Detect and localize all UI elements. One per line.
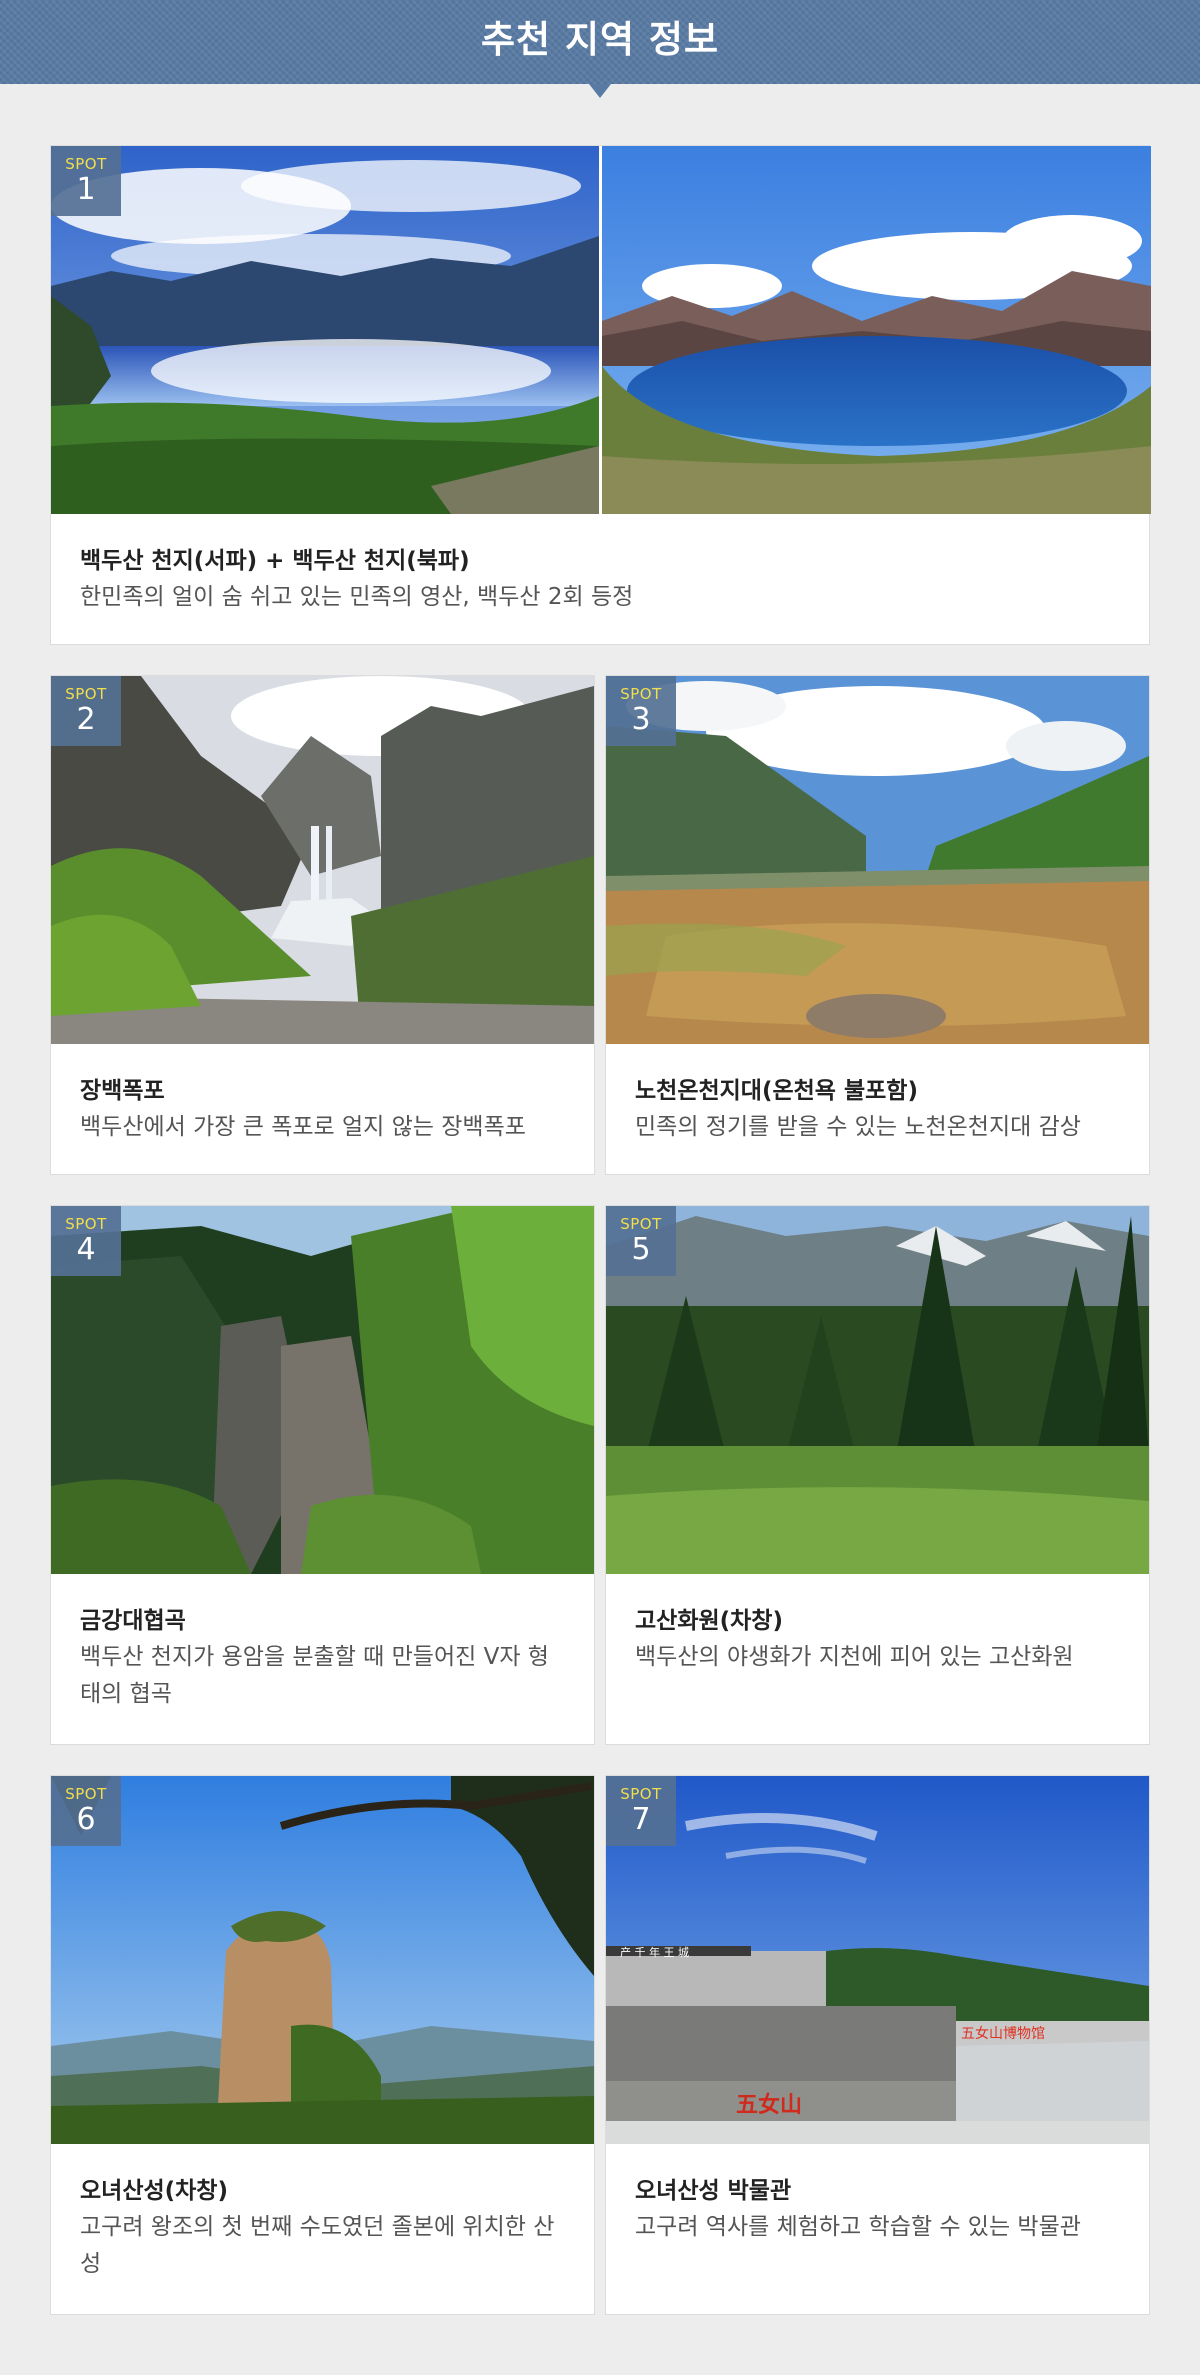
- spot-card-4[interactable]: SPOT 4 금강대협곡 백두산 천지가 용암을 분출할 때 만들어진 V자 형…: [50, 1205, 595, 1745]
- spot-3-badge: SPOT 3: [606, 676, 676, 746]
- spot-card-6[interactable]: SPOT 6 오녀산성(차창) 고구려 왕조의 첫 번째 수도였던 졸본에 위치…: [50, 1775, 595, 2315]
- spot-3-title: 노천온천지대(온천욕 불포함): [635, 1078, 918, 1104]
- spot-card-2[interactable]: SPOT 2 장백폭포 백두산에서 가장 큰 폭포로 얼지 않는 장백폭포: [50, 675, 595, 1175]
- spot-7-badge: SPOT 7: [606, 1776, 676, 1846]
- spot-1-photo-north: [602, 146, 1151, 514]
- spot-2-photo: [51, 676, 594, 1044]
- spot-7-photo: 产 千 年 王 城 五女山博物馆 五女山: [606, 1776, 1149, 2144]
- spot-card-5[interactable]: SPOT 5 고산화원(차창) 백두산의 야생화가 지천에 피어 있는 고산화원: [605, 1205, 1150, 1745]
- museum-banner-sign: 五女山博物馆: [961, 2025, 1045, 2042]
- spot-card-1[interactable]: SPOT 1 백두산 천지(서파) + 백두산 천지(북파) 한민족의 얼이 숨…: [50, 145, 1151, 645]
- spot-number: 5: [631, 1232, 651, 1267]
- spot-1-badge: SPOT 1: [51, 146, 121, 216]
- spot-6-description: 고구려 왕조의 첫 번째 수도였던 졸본에 위치한 산성: [80, 2214, 555, 2277]
- spot-number: 4: [76, 1232, 96, 1267]
- spot-2-description: 백두산에서 가장 큰 폭포로 얼지 않는 장백폭포: [80, 1114, 526, 1140]
- spot-number: 6: [76, 1802, 96, 1837]
- page-header: 추천 지역 정보: [0, 0, 1200, 84]
- spot-7-title: 오녀산성 박물관: [635, 2178, 792, 2204]
- spot-1-title: 백두산 천지(서파) + 백두산 천지(북파): [80, 548, 470, 574]
- spot-label: SPOT: [65, 685, 107, 703]
- spot-2-title: 장백폭포: [80, 1078, 165, 1104]
- museum-roof-sign: 产 千 年 王 城: [620, 1945, 689, 1959]
- spot-2-badge: SPOT 2: [51, 676, 121, 746]
- spot-number: 2: [76, 702, 96, 737]
- spot-3-description: 민족의 정기를 받을 수 있는 노천온천지대 감상: [635, 1114, 1081, 1140]
- spot-number: 1: [76, 172, 96, 207]
- spot-label: SPOT: [620, 685, 662, 703]
- header-pointer-arrow: [589, 84, 611, 98]
- spot-5-title: 고산화원(차창): [635, 1608, 783, 1634]
- spot-number: 7: [631, 1802, 651, 1837]
- museum-stone-sign: 五女山: [736, 2092, 802, 2118]
- spot-label: SPOT: [620, 1215, 662, 1233]
- page-title: 추천 지역 정보: [480, 18, 719, 61]
- spot-6-title: 오녀산성(차창): [80, 2178, 228, 2204]
- spot-label: SPOT: [65, 155, 107, 173]
- spot-number: 3: [631, 702, 651, 737]
- spot-5-badge: SPOT 5: [606, 1206, 676, 1276]
- spot-label: SPOT: [65, 1785, 107, 1803]
- spot-label: SPOT: [620, 1785, 662, 1803]
- spot-4-photo: [51, 1206, 594, 1574]
- spot-7-description: 고구려 역사를 체험하고 학습할 수 있는 박물관: [635, 2214, 1081, 2240]
- spot-4-badge: SPOT 4: [51, 1206, 121, 1276]
- spot-3-photo: [606, 676, 1149, 1044]
- spot-4-description: 백두산 천지가 용암을 분출할 때 만들어진 V자 형태의 협곡: [80, 1644, 549, 1707]
- spot-1-description: 한민족의 얼이 숨 쉬고 있는 민족의 영산, 백두산 2회 등정: [80, 584, 634, 610]
- spot-label: SPOT: [65, 1215, 107, 1233]
- spot-card-7[interactable]: 产 千 年 王 城 五女山博物馆 五女山 SPOT 7 오녀산성 박물관 고구려…: [605, 1775, 1150, 2315]
- spot-6-badge: SPOT 6: [51, 1776, 121, 1846]
- spot-6-photo: [51, 1776, 594, 2144]
- spot-4-title: 금강대협곡: [80, 1608, 186, 1634]
- spot-5-photo: [606, 1206, 1149, 1574]
- spot-1-photo-west: [51, 146, 599, 514]
- spot-card-3[interactable]: SPOT 3 노천온천지대(온천욕 불포함) 민족의 정기를 받을 수 있는 노…: [605, 675, 1150, 1175]
- spot-5-description: 백두산의 야생화가 지천에 피어 있는 고산화원: [635, 1644, 1074, 1670]
